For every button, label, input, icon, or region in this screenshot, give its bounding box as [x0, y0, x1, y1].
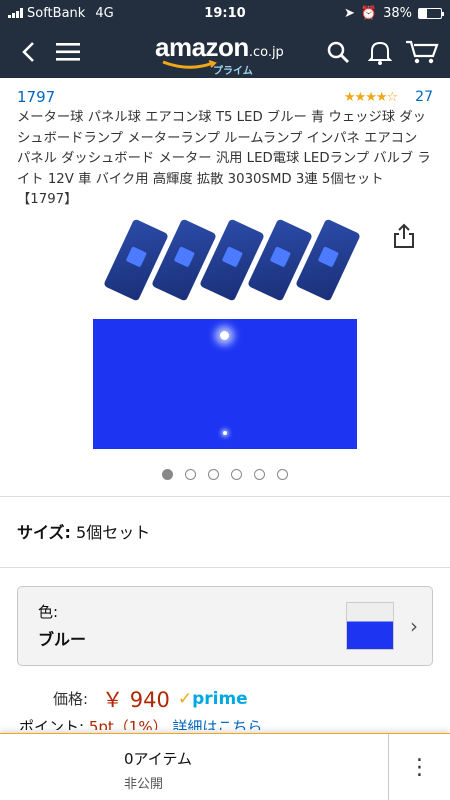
- size-value: 5個セット: [76, 522, 151, 542]
- color-swatch-image: [346, 601, 394, 650]
- brand-link[interactable]: 1797: [17, 88, 55, 106]
- image-pager[interactable]: [17, 468, 433, 480]
- battery-icon: [418, 7, 444, 19]
- pager-dot[interactable]: [254, 468, 265, 480]
- cart-privacy: 非公開: [124, 777, 164, 792]
- pager-dot[interactable]: [208, 468, 219, 480]
- points-detail-link[interactable]: 詳細はこちら: [172, 718, 262, 730]
- points-row: ポイント: 5pt（1%） 詳細はこちら: [17, 716, 433, 730]
- top-nav: amazon.co.jp プライム: [0, 26, 450, 78]
- cart-items: 0アイテム: [124, 750, 193, 768]
- cart-summary[interactable]: 0アイテム 非公開: [0, 734, 388, 800]
- color-variant-button[interactable]: 色: ブルー ›: [17, 585, 433, 666]
- pager-dot[interactable]: [162, 468, 173, 480]
- size-selector[interactable]: サイズ: 5個セット: [17, 497, 433, 567]
- product-image-bulbs: [103, 217, 367, 313]
- product-image-lit: [93, 318, 357, 449]
- search-icon[interactable]: [320, 34, 356, 70]
- prime-check-icon: ✓: [177, 688, 193, 709]
- pager-dot[interactable]: [231, 468, 242, 480]
- cart-icon[interactable]: [404, 34, 440, 70]
- star-rating-icon: ★★★★☆: [343, 89, 398, 105]
- network-type: 4G: [95, 5, 114, 21]
- amazon-logo[interactable]: amazon.co.jp プライム: [155, 32, 284, 77]
- points-label: ポイント:: [19, 717, 85, 730]
- bottom-bar: 0アイテム 非公開 ⋮: [0, 733, 450, 800]
- bell-icon[interactable]: [362, 34, 398, 70]
- points-value: 5pt（1%）: [88, 717, 168, 730]
- color-value: ブルー: [38, 630, 87, 649]
- more-options-icon[interactable]: ⋮: [388, 734, 450, 800]
- chevron-right-icon: ›: [410, 613, 418, 638]
- product-title: メーター球 パネル球 エアコン球 T5 LED ブルー 青 ウェッジ球 ダッシュ…: [17, 110, 431, 207]
- rating-count[interactable]: 27: [415, 89, 433, 105]
- price-label: 価格:: [53, 690, 89, 708]
- pager-dot[interactable]: [277, 468, 288, 480]
- price-value: ￥ 940: [102, 687, 170, 712]
- product-detail: 1797 ★★★★☆ 27 メーター球 パネル球 エアコン球 T5 LED ブル…: [0, 78, 450, 730]
- size-label: サイズ:: [17, 522, 71, 542]
- alarm-icon: ⏰: [360, 5, 378, 21]
- back-icon[interactable]: [10, 34, 46, 70]
- share-icon[interactable]: [393, 223, 415, 253]
- signal-icon: [8, 8, 23, 18]
- logo-text: amazon: [155, 32, 249, 62]
- menu-icon[interactable]: [50, 34, 86, 70]
- rating[interactable]: ★★★★☆ 27: [344, 89, 433, 105]
- location-icon: ➤: [344, 5, 355, 21]
- logo-suffix: .co.jp: [248, 45, 284, 60]
- battery-percent: 38%: [383, 5, 412, 21]
- carrier-name: SoftBank: [27, 5, 86, 21]
- image-gallery[interactable]: [17, 211, 433, 496]
- prime-text: prime: [192, 688, 248, 709]
- prime-badge: ✓prime: [178, 689, 248, 709]
- color-label: 色:: [38, 603, 59, 621]
- smile-icon: [162, 60, 217, 69]
- logo-prime: プライム: [213, 66, 253, 77]
- status-bar: SoftBank 4G 19:10 ➤ ⏰ 38%: [0, 0, 450, 26]
- pager-dot[interactable]: [185, 468, 196, 480]
- price-row: 価格: ￥ 940 ✓prime: [17, 684, 433, 714]
